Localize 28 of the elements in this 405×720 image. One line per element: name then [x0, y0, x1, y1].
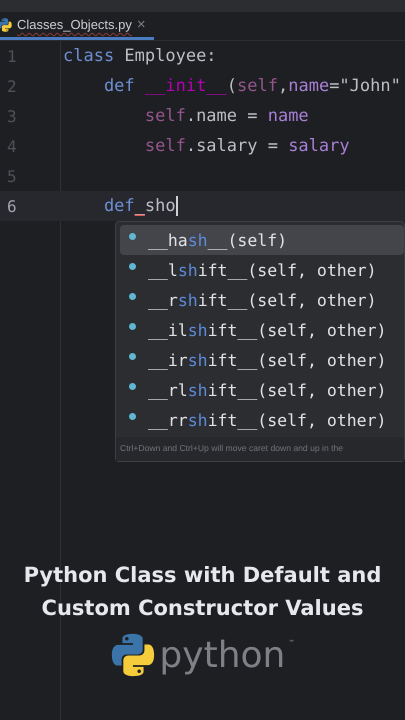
- close-icon[interactable]: ×: [136, 16, 146, 33]
- file-tab[interactable]: Classes_Objects.py ×: [0, 12, 154, 40]
- completion-item[interactable]: __rshift__(self, other): [120, 285, 404, 315]
- method-dot-icon: [129, 412, 136, 420]
- completion-item[interactable]: __rrshift__(self, other): [120, 405, 404, 435]
- python-file-icon: [0, 18, 12, 32]
- logo-wordmark: python: [159, 634, 286, 676]
- code-line: def_sho: [102, 196, 176, 216]
- method-dot-icon: [129, 262, 136, 270]
- line-number: 6: [6, 196, 18, 216]
- completion-item[interactable]: __irshift__(self, other): [120, 345, 404, 375]
- code-line: class Employee:: [63, 46, 217, 66]
- completion-item[interactable]: __rlshift__(self, other): [120, 375, 404, 405]
- method-dot-icon: [129, 322, 136, 330]
- code-line: def __init__(self,name="John": [102, 76, 401, 96]
- completion-item[interactable]: __hash__(self): [120, 225, 404, 255]
- method-dot-icon: [129, 352, 136, 360]
- code-line: self.salary = salary: [144, 136, 350, 156]
- caption-title: Python Class with Default and Custom Constructor Values: [22, 562, 382, 622]
- completion-item[interactable]: __ilshift__(self, other): [120, 315, 404, 345]
- text-caret: [176, 196, 178, 216]
- python-logo-icon: [111, 633, 156, 677]
- method-dot-icon: [129, 382, 136, 390]
- hint-text: Ctrl+Down and Ctrl+Up will move caret down and up in the: [116, 437, 404, 461]
- method-dot-icon: [129, 232, 136, 240]
- method-dot-icon: [129, 292, 136, 300]
- code-line: self.name = name: [144, 106, 309, 126]
- completion-item[interactable]: __lshift__(self, other): [120, 255, 404, 285]
